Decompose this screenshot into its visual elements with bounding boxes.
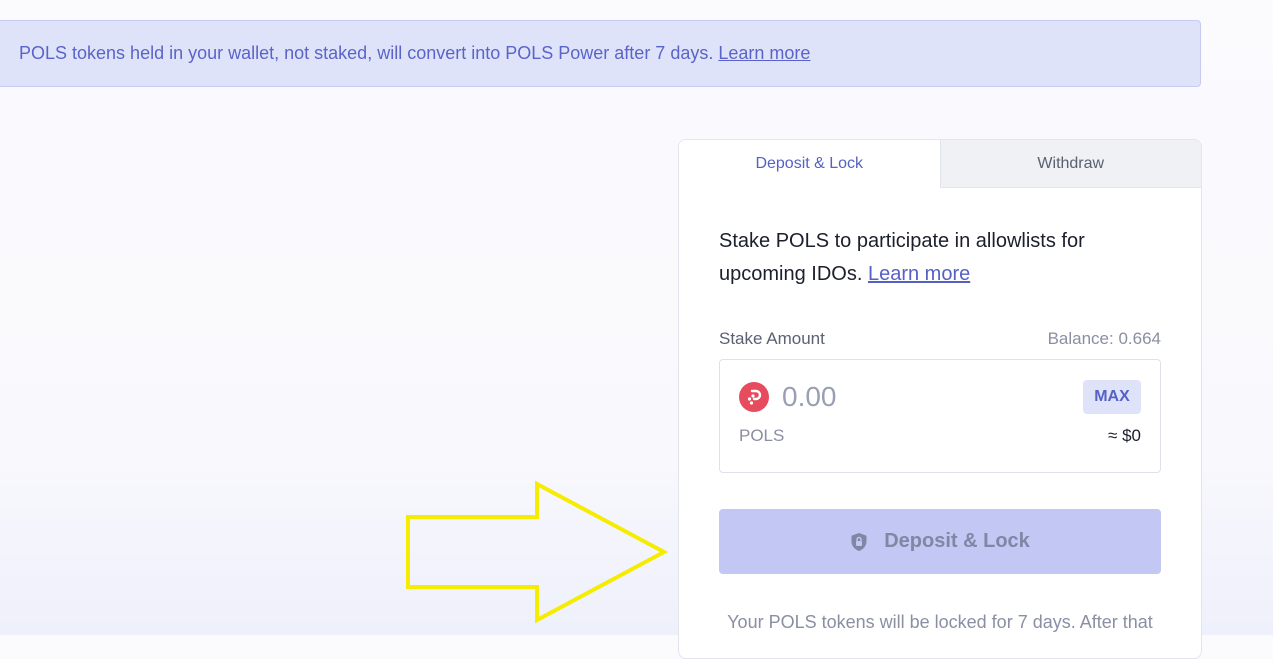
max-button[interactable]: MAX xyxy=(1083,380,1141,414)
shield-lock-icon xyxy=(850,532,868,552)
tab-withdraw[interactable]: Withdraw xyxy=(939,140,1201,188)
deposit-lock-button-label: Deposit & Lock xyxy=(884,530,1030,552)
stake-header: Stake Amount Balance: 0.664 xyxy=(719,329,1161,349)
tab-deposit-lock[interactable]: Deposit & Lock xyxy=(679,140,940,188)
stake-amount-label: Stake Amount xyxy=(719,329,825,348)
balance-text: Balance: 0.664 xyxy=(1047,329,1161,348)
banner-learn-more-link[interactable]: Learn more xyxy=(718,43,810,64)
stake-amount-input[interactable] xyxy=(782,381,1062,413)
card-body: Stake POLS to participate in allowlists … xyxy=(679,225,1201,633)
yellow-arrow-annotation xyxy=(406,480,669,624)
intro-learn-more-link[interactable]: Learn more xyxy=(868,263,970,285)
info-banner: POLS tokens held in your wallet, not sta… xyxy=(0,20,1201,87)
lock-note: Your POLS tokens will be locked for 7 da… xyxy=(727,612,1153,632)
deposit-lock-button[interactable]: Deposit & Lock xyxy=(719,509,1161,574)
banner-text: POLS tokens held in your wallet, not sta… xyxy=(19,43,714,63)
usd-value: ≈ $0 xyxy=(1108,426,1141,445)
amount-box: MAX POLS ≈ $0 xyxy=(719,359,1161,473)
tab-bar: Deposit & Lock Withdraw xyxy=(679,140,1201,188)
intro-text: Stake POLS to participate in allowlists … xyxy=(719,225,1161,291)
staking-card: Deposit & Lock Withdraw Stake POLS to pa… xyxy=(678,139,1202,659)
token-symbol: POLS xyxy=(739,426,785,445)
pols-token-icon xyxy=(739,382,769,412)
